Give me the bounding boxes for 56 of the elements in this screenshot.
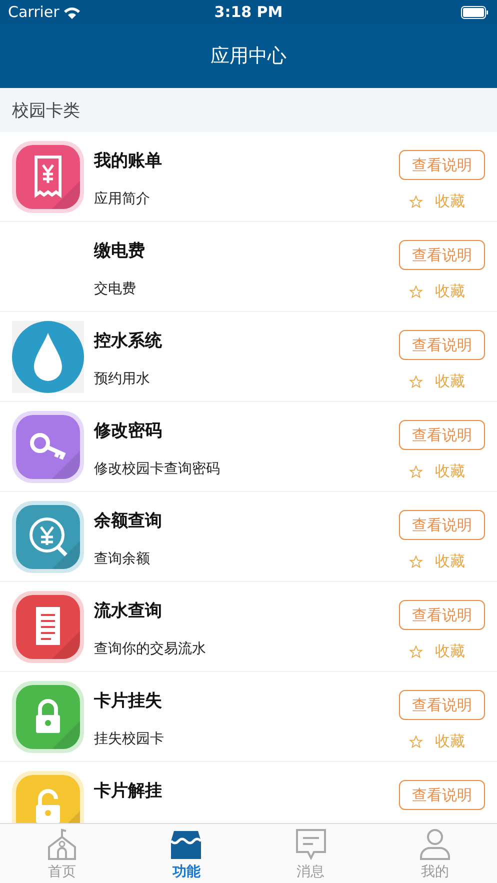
view-details-button[interactable]: 查看说明 xyxy=(399,780,485,810)
water-drop-icon xyxy=(12,320,84,392)
receipt-app-icon[interactable] xyxy=(12,140,84,212)
favorite-label[interactable]: 收藏 xyxy=(435,552,465,571)
unlock-app-icon[interactable] xyxy=(12,770,84,823)
view-details-button[interactable]: 查看说明 xyxy=(399,330,485,360)
app-title[interactable]: 修改密码 xyxy=(94,419,399,442)
view-details-button[interactable]: 查看说明 xyxy=(399,150,485,180)
star-icon[interactable] xyxy=(409,374,423,388)
app-description: 预约用水 xyxy=(94,370,151,388)
favorite-label[interactable]: 收藏 xyxy=(435,462,465,481)
message-icon xyxy=(294,826,328,860)
app-title[interactable]: 缴电费 xyxy=(94,239,399,262)
app-description: 修改校园卡查询密码 xyxy=(94,460,221,478)
view-details-button[interactable]: 查看说明 xyxy=(399,420,485,450)
favorite-label[interactable]: 收藏 xyxy=(435,732,465,751)
app-description: 挂失校园卡 xyxy=(94,730,165,748)
app-description: 应用简介 xyxy=(94,190,151,208)
app-title[interactable]: 余额查询 xyxy=(94,509,399,532)
view-details-button[interactable]: 查看说明 xyxy=(399,690,485,720)
tab-bar-item[interactable]: 功能 xyxy=(124,824,248,883)
battery-icon xyxy=(461,6,489,18)
app-title[interactable]: 我的账单 xyxy=(94,149,399,172)
app-title[interactable]: 卡片解挂 xyxy=(94,779,399,802)
tab-bar-item[interactable]: 首页 xyxy=(0,824,124,883)
star-icon[interactable] xyxy=(409,734,423,748)
app-description: 交电费 xyxy=(94,280,137,298)
favorite-label[interactable]: 收藏 xyxy=(435,642,465,661)
section-title: 校园卡类 xyxy=(12,100,80,122)
favorite-label[interactable]: 收藏 xyxy=(435,192,465,211)
star-icon[interactable] xyxy=(409,554,423,568)
star-icon[interactable] xyxy=(409,644,423,658)
favorite-label[interactable]: 收藏 xyxy=(435,282,465,301)
star-icon[interactable] xyxy=(409,464,423,478)
wifi-icon xyxy=(63,6,82,18)
view-details-button[interactable]: 查看说明 xyxy=(399,240,485,270)
person-icon xyxy=(418,826,452,860)
app-title[interactable]: 流水查询 xyxy=(94,599,399,622)
favorite-label[interactable]: 收藏 xyxy=(435,372,465,391)
list-app-icon[interactable] xyxy=(12,590,84,662)
star-icon[interactable] xyxy=(409,194,423,208)
app-title[interactable]: 控水系统 xyxy=(94,329,399,352)
status-time: 3:18 PM xyxy=(214,3,283,21)
key-app-icon[interactable] xyxy=(12,410,84,482)
tab-bar-item[interactable]: 我的 xyxy=(372,824,497,883)
view-details-button[interactable]: 查看说明 xyxy=(399,510,485,540)
star-icon[interactable] xyxy=(409,284,423,298)
view-details-button[interactable]: 查看说明 xyxy=(399,600,485,630)
page-title: 应用中心 xyxy=(210,44,286,69)
yen-app-icon[interactable] xyxy=(12,500,84,572)
carrier-label: Carrier xyxy=(8,3,60,21)
app-description: 查询余额 xyxy=(94,550,151,568)
tab-bar-item[interactable]: 消息 xyxy=(248,824,373,883)
app-description: 查询你的交易流水 xyxy=(94,640,207,658)
lock-app-icon[interactable] xyxy=(12,680,84,752)
app-title[interactable]: 卡片挂失 xyxy=(94,689,399,712)
